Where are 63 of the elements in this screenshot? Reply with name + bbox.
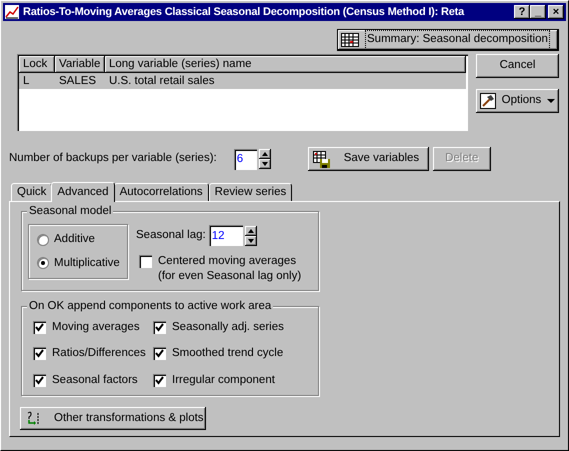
checkbox-label: Seasonally adj. series [172, 320, 284, 335]
down-arrow-icon [248, 238, 254, 242]
caret-icon [547, 98, 556, 104]
table-cell-text: L [22, 74, 30, 89]
checkbox-label: Seasonal factors [52, 372, 138, 388]
checkbox-label: Smoothed trend cycle [172, 346, 284, 362]
seasonal-lag-field[interactable]: 12 [208, 225, 243, 246]
checkbox[interactable] [33, 347, 46, 360]
tab[interactable]: Autocorrelations [114, 183, 209, 201]
minimize-button[interactable]: _ [530, 5, 546, 19]
checkbox-label: Moving averages [52, 320, 140, 335]
close-button[interactable]: × [548, 5, 564, 19]
summary-button[interactable]: Summary: Seasonal decomposition [337, 29, 559, 51]
other-transformations-button[interactable]: Other transformations & plots [20, 406, 206, 430]
check-icon [35, 323, 44, 332]
tab[interactable]: Advanced [51, 182, 115, 202]
table-cell-text: SALES [58, 74, 98, 89]
checkbox-label: Ratios/Differences [52, 346, 146, 362]
checkbox-label: Centered moving averages [158, 254, 298, 269]
check-icon [155, 349, 164, 358]
spreadsheet-icon [341, 33, 359, 47]
save-variables-button[interactable]: Save variables [308, 147, 429, 171]
check-icon [155, 376, 164, 385]
backups-field[interactable]: 6 [234, 148, 257, 170]
group-title: On OK append components to active work area [27, 299, 274, 313]
down-arrow-icon [262, 162, 268, 166]
checkbox[interactable] [153, 321, 166, 334]
radio-label: Additive [54, 232, 95, 248]
seasonal-lag-label: Seasonal lag: [136, 228, 206, 243]
checkbox-label: (for even Seasonal lag only) [158, 269, 302, 284]
up-arrow-icon [248, 228, 254, 232]
checkbox[interactable] [153, 374, 166, 387]
checkbox[interactable] [33, 374, 46, 387]
tab[interactable]: Review series [208, 183, 292, 201]
table-cell-text: U.S. total retail sales [108, 74, 216, 89]
radio-button[interactable] [37, 234, 49, 246]
checkbox[interactable] [33, 321, 46, 334]
column-header[interactable]: Variable [55, 56, 105, 73]
cancel-button[interactable]: Cancel [476, 54, 559, 78]
tab[interactable]: Quick [11, 183, 52, 201]
spin-down-button[interactable] [244, 236, 257, 246]
help-button[interactable]: ? [514, 5, 530, 19]
check-icon [35, 376, 44, 385]
spin-down-button[interactable] [258, 159, 271, 169]
options-button[interactable]: Options [476, 89, 559, 113]
radio-button[interactable] [37, 257, 49, 270]
checkbox-label: Irregular component [172, 372, 275, 388]
grid-floppy-icon [312, 150, 330, 168]
check-icon [35, 349, 44, 358]
backups-label: Number of backups per variable (series): [9, 151, 217, 166]
column-header[interactable]: Long variable (series) name [105, 56, 466, 73]
window-title: Ratios-To-Moving Averages Classical Seasonal Decomposition (Census Method I): Reta [23, 4, 464, 20]
checkbox[interactable] [139, 255, 152, 268]
transform-icon [26, 411, 40, 426]
check-icon [155, 323, 164, 332]
table-row[interactable]: L SALES U.S. total retail sales [19, 73, 466, 89]
spin-up-button[interactable] [258, 149, 271, 159]
radio-label: Multiplicative [54, 256, 120, 270]
checkbox[interactable] [153, 347, 166, 360]
spin-up-button[interactable] [244, 226, 257, 236]
hammer-icon [480, 93, 496, 109]
up-arrow-icon [262, 152, 268, 156]
column-header[interactable]: Lock [19, 56, 55, 73]
